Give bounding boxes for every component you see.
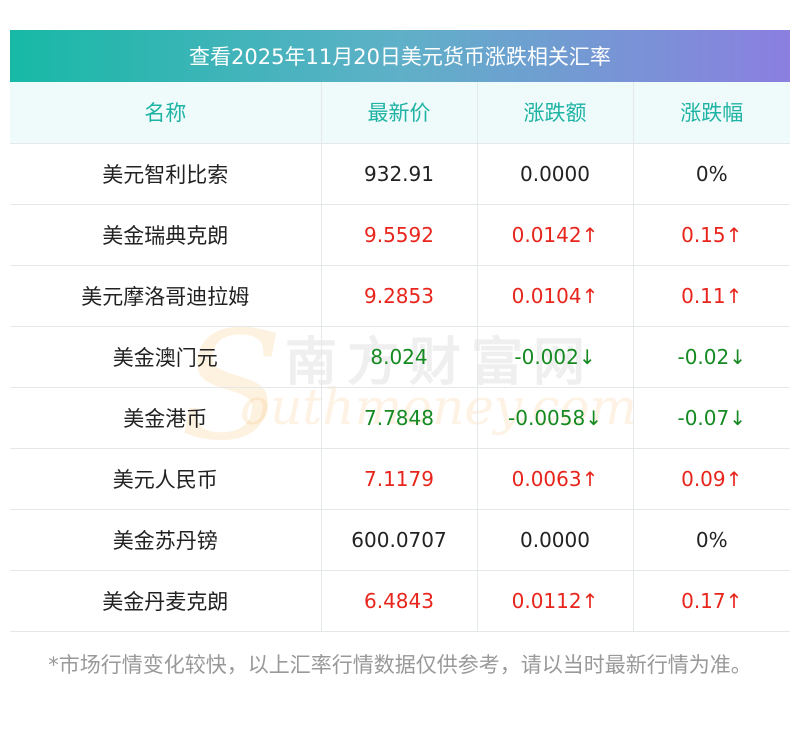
change-cell: 0.0142↑ [476,204,633,266]
change-cell: -0.002↓ [476,326,633,388]
page-title: 查看2025年11月20日美元货币涨跌相关汇率 [10,30,790,82]
table-row: 美元摩洛哥迪拉姆 9.2853 0.0104↑ 0.11↑ [10,265,790,327]
currency-name-cell: 美元智利比索 [10,143,321,205]
price-cell: 932.91 [320,143,477,205]
currency-name-cell: 美元人民币 [10,448,321,510]
change-cell: 0.0000 [476,143,633,205]
change-cell: 0.0112↑ [476,570,633,632]
change-pct-cell: 0% [632,143,790,205]
table-row: 美元人民币 7.1179 0.0063↑ 0.09↑ [10,448,790,510]
table-row: 美元智利比索 932.91 0.0000 0% [10,143,790,205]
table-header-row: 名称 最新价 涨跌额 涨跌幅 [10,82,790,144]
exchange-rate-table: 名称 最新价 涨跌额 涨跌幅 美元智利比索 932.91 0.0000 0% 美金瑞典克… [10,82,790,632]
rates-panel: 查看2025年11月20日美元货币涨跌相关汇率 S 南方财富网 outhmone… [10,30,790,632]
table-row: 美金苏丹镑 600.0707 0.0000 0% [10,509,790,571]
price-cell: 8.024 [320,326,477,388]
column-header-price: 最新价 [320,82,477,144]
change-cell: 0.0000 [476,509,633,571]
table-row: 美金瑞典克朗 9.5592 0.0142↑ 0.15↑ [10,204,790,266]
change-cell: -0.0058↓ [476,387,633,449]
change-cell: 0.0104↑ [476,265,633,327]
disclaimer-footnote: *市场行情变化较快，以上汇率行情数据仅供参考，请以当时最新行情为准。 [48,653,752,677]
change-pct-cell: -0.07↓ [632,387,790,449]
price-cell: 9.2853 [320,265,477,327]
change-cell: 0.0063↑ [476,448,633,510]
change-pct-cell: 0.17↑ [632,570,790,632]
column-header-change: 涨跌额 [476,82,633,144]
price-cell: 6.4843 [320,570,477,632]
currency-name-cell: 美金澳门元 [10,326,321,388]
price-cell: 7.1179 [320,448,477,510]
table-row: 美金澳门元 8.024 -0.002↓ -0.02↓ [10,326,790,388]
currency-name-cell: 美金丹麦克朗 [10,570,321,632]
currency-name-cell: 美金港币 [10,387,321,449]
table-row: 美金港币 7.7848 -0.0058↓ -0.07↓ [10,387,790,449]
change-pct-cell: 0% [632,509,790,571]
price-cell: 7.7848 [320,387,477,449]
change-pct-cell: -0.02↓ [632,326,790,388]
change-pct-cell: 0.15↑ [632,204,790,266]
price-cell: 600.0707 [320,509,477,571]
price-cell: 9.5592 [320,204,477,266]
change-pct-cell: 0.11↑ [632,265,790,327]
change-pct-cell: 0.09↑ [632,448,790,510]
column-header-pct: 涨跌幅 [632,82,790,144]
currency-name-cell: 美金瑞典克朗 [10,204,321,266]
table-row: 美金丹麦克朗 6.4843 0.0112↑ 0.17↑ [10,570,790,632]
column-header-name: 名称 [10,82,321,144]
currency-name-cell: 美元摩洛哥迪拉姆 [10,265,321,327]
currency-name-cell: 美金苏丹镑 [10,509,321,571]
